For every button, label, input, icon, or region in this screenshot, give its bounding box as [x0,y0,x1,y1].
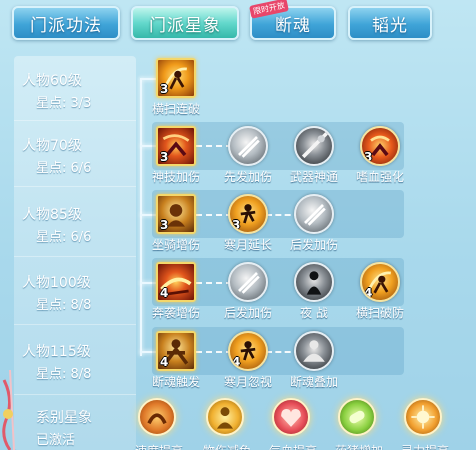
skill-name: 横扫破防 [355,306,404,320]
skill-name: 寒月延长 [223,238,272,252]
mount-damage-icon: 3 [156,194,196,234]
skill-name: 断魂触发 [151,375,200,389]
pill-icon [349,410,365,424]
divider [14,324,136,325]
heart-icon [281,408,301,427]
link-dash [196,351,232,353]
skill-points: 3 [160,218,169,232]
star-points: 星点: 8/8 [36,367,92,382]
series-orb-speed[interactable]: 速度提高 [135,398,183,450]
late-strike-icon [294,194,334,234]
skill-name: 横扫连破 [151,102,200,116]
star-points: 星点: 6/6 [36,161,92,176]
sweep-break-icon: 4 [360,262,400,302]
orb-name: 灵力提高 [390,442,460,450]
divine-skill-icon: 3 [156,126,196,166]
skill-name: 神技加伤 [151,170,200,184]
charge-damage-icon: 4 [156,262,196,302]
series-orb-health[interactable]: 气血提高 [269,398,317,450]
weapon-mastery-icon [294,126,334,166]
level-label: 人物60级 [22,73,82,89]
series-status: 已激活 [36,433,76,448]
ribbon-decoration [2,370,15,450]
late-strike-icon [228,262,268,302]
speed-icon [147,413,167,425]
skill-points: 4 [364,286,373,300]
skill-name: 奔袭增伤 [151,306,200,320]
link-dash [196,145,232,147]
skill-name: 先发加伤 [223,170,272,184]
skill-name: 断魂叠加 [289,375,338,389]
shield-figure-icon [216,407,234,429]
tab-soul-break[interactable]: 限时开放 断魂 [249,0,336,40]
orb-name: 气血提高 [258,442,328,450]
skill-name: 寒月忽视 [223,375,272,389]
night-battle-icon [294,262,334,302]
tab-conceal-light[interactable]: 韬光 [348,6,432,40]
level-label: 人物100级 [22,275,91,291]
series-orb-spirit[interactable]: 灵力提高 [401,398,449,450]
tab-sect-stars[interactable]: 门派星象 [131,6,239,40]
link-dash [196,282,232,284]
series-title: 系别星象 [36,410,92,426]
skill-points: 3 [232,218,241,232]
divider [14,256,136,257]
skill-points: 3 [160,82,169,96]
tab-label: 断魂 [275,15,311,36]
series-orb-medicine[interactable]: 药猪增加 [335,398,383,450]
skill-name: 后发加伤 [223,306,272,320]
orb-name: 药猪增加 [324,442,394,450]
skill-points: 3 [364,150,373,164]
level-column [14,56,136,450]
tab-bar: 门派功法 门派星象 限时开放 断魂 韬光 [0,0,476,50]
tab-sect-skills[interactable]: 门派功法 [12,6,120,40]
series-orb-physical-reduction[interactable]: 物伤减免 [203,398,251,450]
level-label: 人物115级 [22,344,91,360]
skill-points: 3 [160,150,169,164]
bloodthirst-icon: 3 [360,126,400,166]
soul-stack-icon [294,331,334,371]
hand-glow-icon [411,405,435,429]
tab-label: 韬光 [372,15,408,36]
soul-trigger-icon: 4 [156,331,196,371]
level-label: 人物85级 [22,207,82,223]
skill-name: 夜 战 [300,306,328,320]
tab-label: 门派星象 [149,15,221,36]
skill-points: 4 [160,286,169,300]
first-strike-icon [228,126,268,166]
star-points: 星点: 6/6 [36,230,92,245]
link-dash [196,214,232,216]
divider [14,394,136,395]
orb-name: 速度提高 [124,442,194,450]
level-label: 人物70级 [22,138,82,154]
tab-label: 门派功法 [30,15,102,36]
skill-name: 嗜血强化 [355,170,404,184]
sweep-strike-icon: 3 [156,58,196,98]
star-points: 星点: 8/8 [36,298,92,313]
skill-points: 4 [232,355,241,369]
skill-name: 坐骑增伤 [151,238,200,252]
divider [14,120,136,121]
skill-name: 武器神通 [289,170,338,184]
skill-name: 后发加伤 [289,238,338,252]
divider [14,186,136,187]
skill-points: 4 [160,355,169,369]
orb-name: 物伤减免 [192,442,262,450]
star-points: 星点: 3/3 [36,96,92,111]
cold-moon-ignore-icon: 4 [228,331,268,371]
cold-moon-icon: 3 [228,194,268,234]
